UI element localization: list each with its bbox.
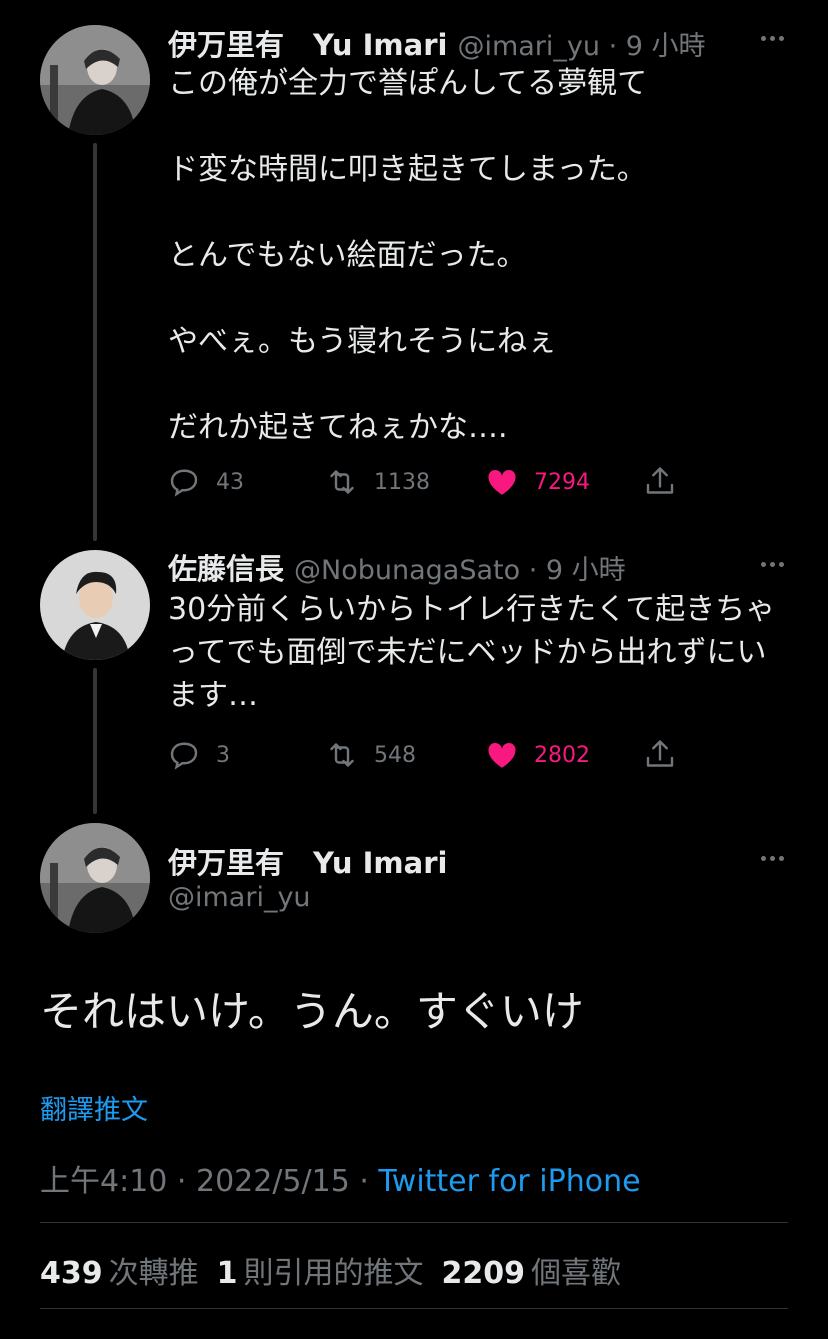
divider [40, 1222, 788, 1223]
like-button[interactable]: 7294 [484, 462, 590, 502]
share-icon [646, 740, 674, 767]
reply-button[interactable]: 3 [166, 735, 230, 775]
tweet-header: 伊万里有 Yu Imari @imari_yu · 9 小時 [168, 22, 706, 64]
tweet-meta: @NobunagaSato · 9 小時 [294, 548, 626, 587]
tweet-header: 佐藤信長 @NobunagaSato · 9 小時 [168, 546, 626, 588]
tweet-text: この俺が全力で誉ぽんしてる夢観て ド変な時間に叩き起きてしまった。 とんでもない… [168, 66, 648, 445]
timestamp[interactable]: 9 小時 [626, 31, 706, 62]
likes-stat[interactable]: 2209 個喜歡 [442, 1256, 640, 1291]
retweet-icon [330, 743, 354, 767]
avatar[interactable] [40, 25, 150, 135]
thread-line [93, 143, 97, 541]
like-count: 2802 [534, 742, 590, 768]
tweet-actions: 43 1138 7294 [166, 462, 686, 502]
retweet-count: 548 [374, 742, 416, 768]
focused-handle-row: @imari_yu [168, 882, 311, 913]
like-icon [488, 469, 516, 495]
focused-header: 伊万里有 Yu Imari [168, 840, 447, 882]
display-name[interactable]: 伊万里有 Yu Imari [168, 22, 447, 64]
retweet-button[interactable]: 548 [324, 735, 416, 775]
display-name[interactable]: 佐藤信長 [168, 546, 284, 588]
translate-tweet-link[interactable]: 翻譯推文 [40, 1088, 148, 1127]
tweet-stats: 439 次轉推 1 則引用的推文 2209 個喜歡 [40, 1248, 639, 1292]
share-button[interactable] [642, 735, 678, 775]
separator: · [600, 31, 626, 62]
more-icon[interactable] [761, 36, 784, 41]
thread-line [93, 668, 97, 814]
share-icon [646, 467, 674, 494]
share-button[interactable] [642, 462, 678, 502]
display-name[interactable]: 伊万里有 Yu Imari [168, 840, 447, 882]
retweets-stat[interactable]: 439 次轉推 [40, 1256, 217, 1291]
source-link[interactable]: Twitter for iPhone [378, 1164, 640, 1199]
more-icon[interactable] [761, 856, 784, 861]
quotes-stat[interactable]: 1 則引用的推文 [217, 1256, 442, 1291]
tweet-meta: @imari_yu · 9 小時 [457, 24, 705, 63]
tweet-text: 30分前くらいからトイレ行きたくて起きちゃってでも面倒で未だにベッドから出れずに… [168, 592, 776, 713]
like-icon [488, 742, 516, 768]
avatar[interactable] [40, 823, 150, 933]
reply-icon [170, 469, 198, 497]
reply-button[interactable]: 43 [166, 462, 244, 502]
tweet-timestamp: 上午4:10 · 2022/5/15 · Twitter for iPhone [40, 1156, 641, 1200]
reply-count: 3 [216, 742, 230, 768]
handle[interactable]: @imari_yu [457, 31, 600, 62]
avatar[interactable] [40, 550, 150, 660]
like-count: 7294 [534, 469, 590, 495]
reply-count: 43 [216, 469, 244, 495]
handle[interactable]: @NobunagaSato [294, 555, 520, 586]
reply-icon [170, 742, 198, 770]
tweet-actions: 3 548 2802 [166, 735, 686, 775]
divider [40, 1308, 788, 1309]
timestamp-text[interactable]: 上午4:10 · 2022/5/15 · [40, 1164, 378, 1199]
timestamp[interactable]: 9 小時 [546, 555, 626, 586]
more-icon[interactable] [761, 562, 784, 567]
retweet-icon [330, 470, 354, 494]
retweet-button[interactable]: 1138 [324, 462, 430, 502]
separator: · [520, 555, 546, 586]
handle[interactable]: @imari_yu [168, 882, 311, 913]
like-button[interactable]: 2802 [484, 735, 590, 775]
retweet-count: 1138 [374, 469, 430, 495]
focused-tweet-text: それはいけ。うん。すぐいけ [40, 987, 584, 1036]
